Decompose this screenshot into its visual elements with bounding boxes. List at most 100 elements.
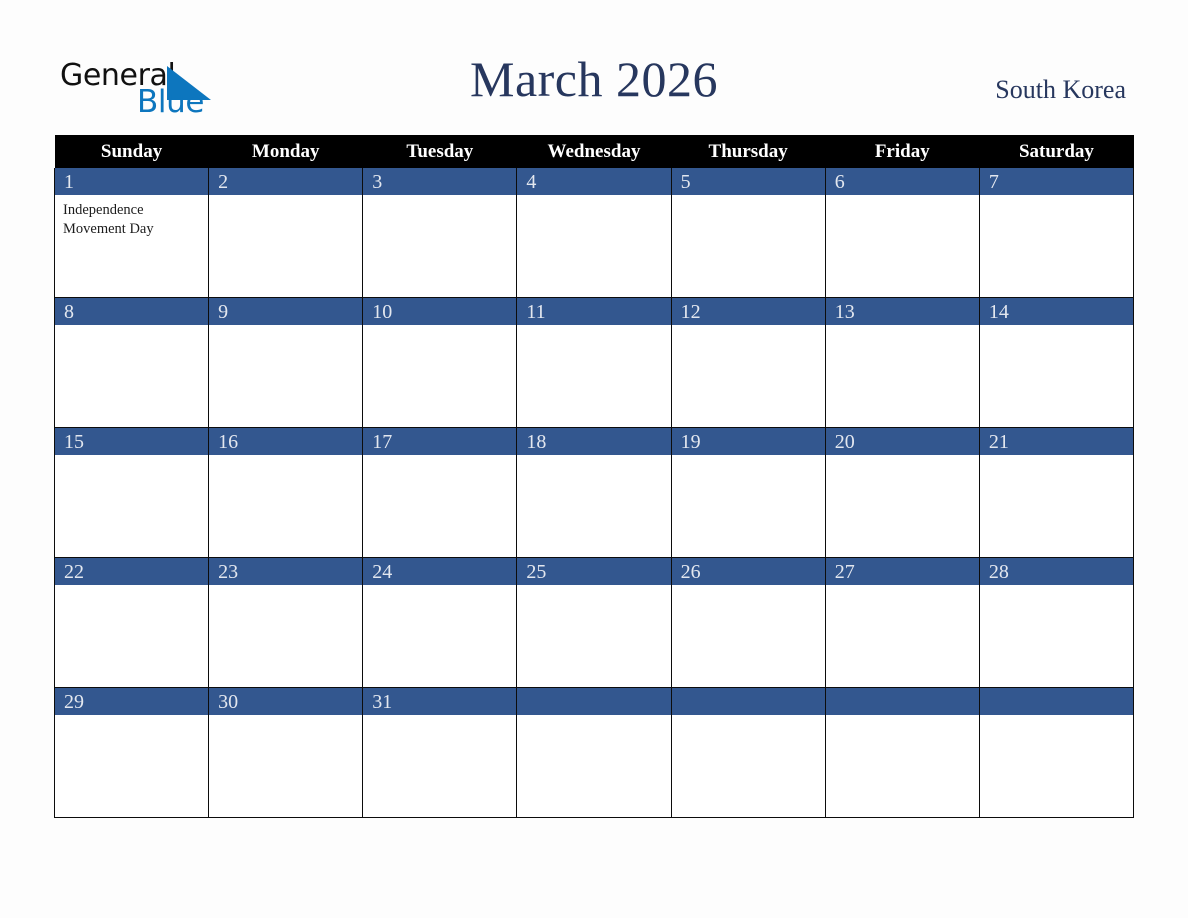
calendar-day-cell[interactable]: 17	[362, 427, 518, 558]
calendar-day-cell[interactable]: 21	[978, 427, 1135, 558]
day-number-band: 12	[671, 298, 825, 325]
day-cell-content: 24	[363, 558, 517, 687]
day-number-band: 15	[55, 428, 209, 455]
day-number: 6	[834, 170, 845, 193]
calendar-day-cell[interactable]: 28	[978, 557, 1135, 688]
day-cell-content: 29	[55, 688, 209, 817]
day-cell-content	[825, 688, 979, 817]
day-cell-content: 10	[363, 298, 517, 427]
day-number: 17	[372, 430, 393, 453]
day-number-band: 5	[671, 168, 825, 195]
day-number-band: 18	[517, 428, 671, 455]
calendar-day-cell[interactable]	[824, 687, 980, 818]
day-cell-content: 1 Independence Movement Day	[55, 168, 209, 297]
day-cell-content: 13	[825, 298, 979, 427]
weekday-header-wednesday: Wednesday	[516, 135, 672, 168]
calendar-day-cell[interactable]: 19	[670, 427, 826, 558]
day-number: 27	[834, 560, 855, 583]
calendar-day-cell[interactable]	[978, 687, 1135, 818]
calendar-day-cell[interactable]: 1 Independence Movement Day	[53, 168, 210, 298]
calendar-day-cell[interactable]: 23	[208, 557, 364, 688]
day-cell-content: 7	[979, 168, 1133, 297]
day-cell-content: 23	[209, 558, 363, 687]
day-number-band: 26	[671, 558, 825, 585]
day-cell-content: 6	[825, 168, 979, 297]
calendar-day-cell[interactable]: 15	[53, 427, 210, 558]
day-number: 8	[64, 300, 74, 323]
calendar-day-cell[interactable]: 10	[362, 297, 518, 428]
day-number: 29	[64, 690, 84, 713]
day-number: 7	[988, 170, 999, 193]
calendar-day-cell[interactable]: 27	[824, 557, 980, 688]
day-number-band: 22	[55, 558, 209, 585]
day-number-band	[825, 688, 979, 715]
calendar-day-cell[interactable]: 9	[208, 297, 364, 428]
calendar-day-cell[interactable]: 3	[362, 168, 518, 298]
weekday-header-friday: Friday	[825, 135, 980, 168]
calendar-day-cell[interactable]: 7	[978, 168, 1135, 298]
day-cell-content: 3	[363, 168, 517, 297]
day-number: 12	[680, 300, 701, 323]
calendar-day-cell[interactable]: 4	[516, 168, 672, 298]
day-number: 11	[526, 300, 546, 323]
calendar-day-cell[interactable]: 26	[670, 557, 826, 688]
country-label: South Korea	[995, 75, 1126, 104]
day-number: 10	[372, 300, 393, 323]
day-number-band: 8	[55, 298, 209, 325]
day-number: 5	[680, 170, 691, 193]
weekday-header-saturday: Saturday	[979, 135, 1134, 168]
calendar-day-cell[interactable]: 2	[208, 168, 364, 298]
calendar-day-cell[interactable]	[516, 687, 672, 818]
day-number: 15	[64, 430, 84, 453]
calendar-day-cell[interactable]: 25	[516, 557, 672, 688]
weekday-header-row: Sunday Monday Tuesday Wednesday Thursday…	[54, 135, 1134, 168]
day-number-band: 30	[209, 688, 363, 715]
calendar-day-cell[interactable]: 24	[362, 557, 518, 688]
day-number-band: 27	[825, 558, 979, 585]
day-number-band: 17	[363, 428, 517, 455]
day-number: 30	[218, 690, 239, 713]
page-header: General Blue March 2026 South Korea	[0, 48, 1188, 120]
day-number-band: 6	[825, 168, 979, 195]
day-number: 25	[526, 560, 547, 583]
calendar-week-row: 8 9 10 11 12 13 14	[53, 297, 1135, 428]
day-number: 1	[64, 170, 74, 193]
calendar-day-cell[interactable]: 13	[824, 297, 980, 428]
day-number: 22	[64, 560, 84, 583]
day-number-band: 28	[979, 558, 1133, 585]
calendar-day-cell[interactable]: 6	[824, 168, 980, 298]
day-cell-content: 30	[209, 688, 363, 817]
calendar-day-cell[interactable]: 14	[978, 297, 1135, 428]
day-number-band: 1	[55, 168, 209, 195]
day-cell-content: 18	[517, 428, 671, 557]
day-cell-content: 15	[55, 428, 209, 557]
calendar-day-cell[interactable]: 5	[670, 168, 826, 298]
day-cell-content: 8	[55, 298, 209, 427]
day-cell-content: 31	[363, 688, 517, 817]
calendar-day-cell[interactable]: 18	[516, 427, 672, 558]
day-cell-content: 21	[979, 428, 1133, 557]
day-number: 28	[988, 560, 1009, 583]
day-cell-content: 11	[517, 298, 671, 427]
calendar-day-cell[interactable]: 30	[208, 687, 364, 818]
day-number-band: 11	[517, 298, 671, 325]
day-cell-content: 2	[209, 168, 363, 297]
calendar-day-cell[interactable]: 22	[53, 557, 210, 688]
calendar-body: 1 Independence Movement Day 2 3 4 5 6 7 8 9 10 11 12…	[53, 168, 1135, 818]
day-cell-content: 14	[979, 298, 1133, 427]
calendar-day-cell[interactable]: 29	[53, 687, 210, 818]
calendar-day-cell[interactable]: 31	[362, 687, 518, 818]
day-number: 2	[218, 170, 229, 193]
calendar-day-cell[interactable]: 20	[824, 427, 980, 558]
calendar-week-row: 29 30 31	[53, 687, 1135, 818]
day-number-band: 9	[209, 298, 363, 325]
calendar-day-cell[interactable]: 8	[53, 297, 210, 428]
calendar-day-cell[interactable]: 11	[516, 297, 672, 428]
day-cell-content: 4	[517, 168, 671, 297]
day-cell-content: 20	[825, 428, 979, 557]
day-number-band	[979, 688, 1133, 715]
day-number: 24	[372, 560, 393, 583]
calendar-day-cell[interactable]: 16	[208, 427, 364, 558]
calendar-day-cell[interactable]: 12	[670, 297, 826, 428]
calendar-day-cell[interactable]	[670, 687, 826, 818]
